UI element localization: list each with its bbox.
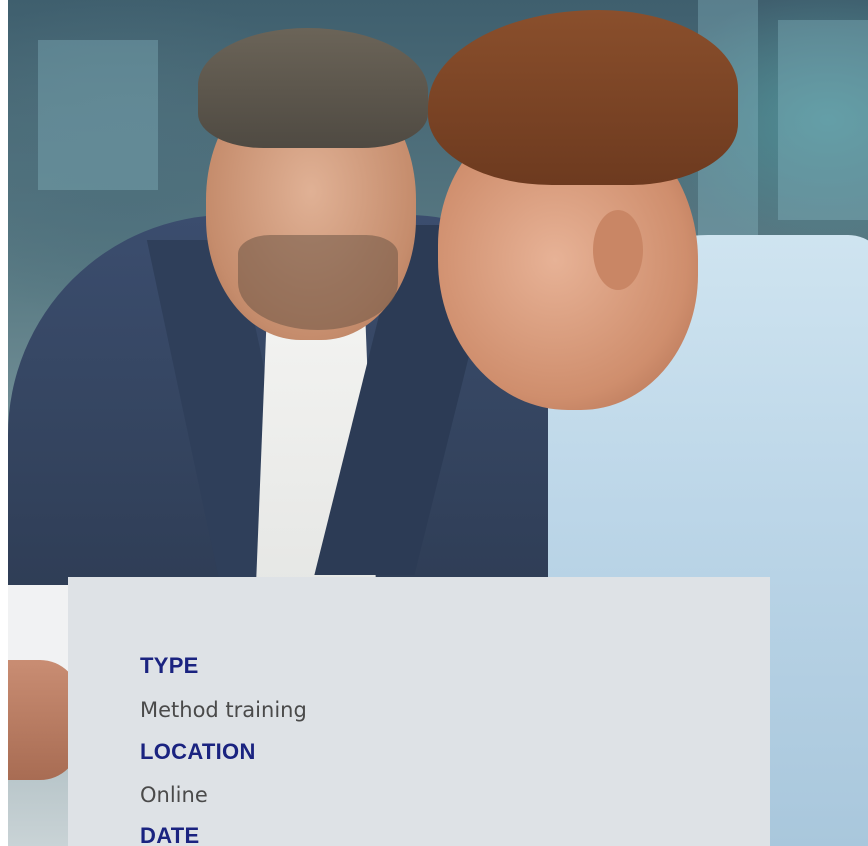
page-margin: [0, 0, 8, 130]
info-field-type: TYPE: [140, 653, 199, 679]
date-label: DATE: [140, 823, 200, 846]
person-right-ear: [593, 210, 643, 290]
info-field-location-value: Online: [140, 782, 208, 808]
page: TYPE Method training LOCATION Online DAT…: [0, 0, 868, 846]
type-label: TYPE: [140, 653, 199, 678]
info-field-type-value: Method training: [140, 697, 307, 723]
info-field-location: LOCATION: [140, 739, 256, 765]
location-value: Online: [140, 783, 208, 807]
location-label: LOCATION: [140, 739, 256, 764]
background-window: [38, 40, 158, 190]
info-field-date: DATE: [140, 823, 199, 846]
background-window: [778, 20, 868, 220]
person-left-hair: [198, 28, 428, 148]
type-value: Method training: [140, 698, 307, 722]
event-info-card: TYPE Method training LOCATION Online DAT…: [68, 577, 770, 846]
person-right-hair: [428, 10, 738, 185]
person-left-beard: [238, 235, 398, 330]
